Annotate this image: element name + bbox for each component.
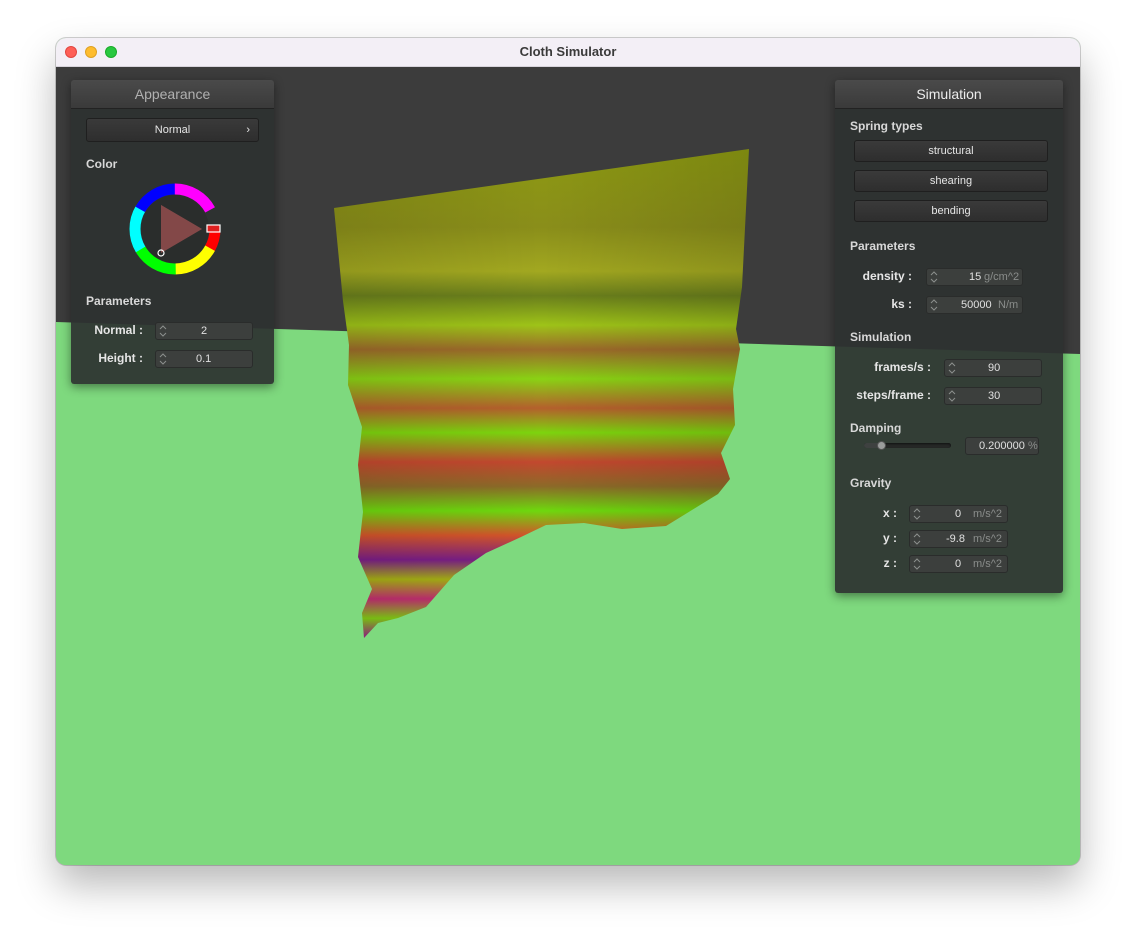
window-title: Cloth Simulator [519, 44, 617, 59]
appearance-panel-title: Appearance [71, 80, 274, 109]
simulation-viewport[interactable]: Appearance Normal › Color Parameters Nor… [56, 67, 1080, 865]
title-bar: Cloth Simulator [56, 38, 1080, 67]
bending-toggle-button[interactable]: bending [854, 200, 1048, 222]
shader-dropdown-value: Normal [154, 124, 191, 136]
gravity-z-value: 0 [955, 558, 962, 570]
damping-label: Damping [850, 421, 902, 435]
chevron-right-icon: › [246, 124, 250, 136]
shader-dropdown[interactable]: Normal › [86, 118, 259, 142]
damping-slider-knob[interactable] [877, 441, 887, 450]
color-section-label: Color [86, 157, 118, 171]
fps-input[interactable]: 90 [944, 359, 1042, 377]
gravity-label: Gravity [850, 476, 892, 490]
normal-spinner[interactable] [159, 324, 167, 338]
fps-spinner[interactable] [948, 361, 956, 375]
simulation-panel: Simulation Spring types structural shear… [835, 80, 1063, 593]
normal-input[interactable]: 2 [155, 322, 253, 340]
appearance-panel: Appearance Normal › Color Parameters Nor… [71, 80, 274, 384]
density-input[interactable]: 15 g/cm^2 [926, 268, 1023, 286]
simulation-parameters-label: Parameters [850, 239, 916, 253]
damping-input[interactable]: 0.200000 % [965, 437, 1039, 455]
density-value: 15 [969, 271, 982, 283]
ks-unit: N/m [998, 299, 1019, 311]
gravity-y-spinner[interactable] [913, 532, 921, 546]
fps-value: 90 [988, 362, 1001, 374]
gravity-z-spinner[interactable] [913, 557, 921, 571]
structural-toggle-button[interactable]: structural [854, 140, 1048, 162]
gravity-y-unit: m/s^2 [973, 533, 1002, 545]
color-wheel-picker[interactable] [127, 181, 223, 277]
density-spinner[interactable] [930, 270, 938, 284]
gravity-x-label: x : [882, 506, 897, 520]
steps-per-frame-spinner[interactable] [948, 389, 956, 403]
simulation-panel-title: Simulation [835, 80, 1063, 109]
height-input[interactable]: 0.1 [155, 350, 253, 368]
damping-value: 0.200000 [979, 440, 1025, 452]
density-unit: g/cm^2 [984, 271, 1020, 283]
shearing-toggle-button[interactable]: shearing [854, 170, 1048, 192]
hue-selector-handle[interactable] [206, 224, 221, 233]
gravity-x-spinner[interactable] [913, 507, 921, 521]
height-value: 0.1 [196, 353, 212, 365]
damping-unit: % [1028, 440, 1038, 452]
gravity-z-input[interactable]: 0 m/s^2 [909, 555, 1008, 573]
normal-label: Normal : [94, 323, 143, 337]
ks-input[interactable]: 50000 N/m [926, 296, 1023, 314]
fps-label: frames/s : [874, 360, 931, 374]
appearance-parameters-label: Parameters [86, 294, 152, 308]
ks-value: 50000 [961, 299, 992, 311]
spring-types-label: Spring types [850, 119, 923, 133]
gravity-z-unit: m/s^2 [973, 558, 1002, 570]
gravity-y-label: y : [882, 531, 897, 545]
steps-per-frame-label: steps/frame : [856, 388, 931, 402]
height-label: Height : [98, 351, 143, 365]
simulation-section-label: Simulation [850, 330, 912, 344]
height-spinner[interactable] [159, 352, 167, 366]
normal-value: 2 [201, 325, 208, 337]
gravity-x-unit: m/s^2 [973, 508, 1002, 520]
gravity-y-value: -9.8 [946, 533, 965, 545]
gravity-y-input[interactable]: -9.8 m/s^2 [909, 530, 1008, 548]
gravity-z-label: z : [883, 556, 897, 570]
gravity-x-value: 0 [955, 508, 962, 520]
ks-spinner[interactable] [930, 298, 938, 312]
damping-slider[interactable] [864, 441, 951, 450]
gravity-x-input[interactable]: 0 m/s^2 [909, 505, 1008, 523]
steps-per-frame-value: 30 [988, 390, 1001, 402]
ks-label: ks : [891, 297, 912, 311]
steps-per-frame-input[interactable]: 30 [944, 387, 1042, 405]
app-window: Cloth Simulator Appearance Normal › Colo… [56, 38, 1080, 865]
density-label: density : [862, 269, 912, 283]
